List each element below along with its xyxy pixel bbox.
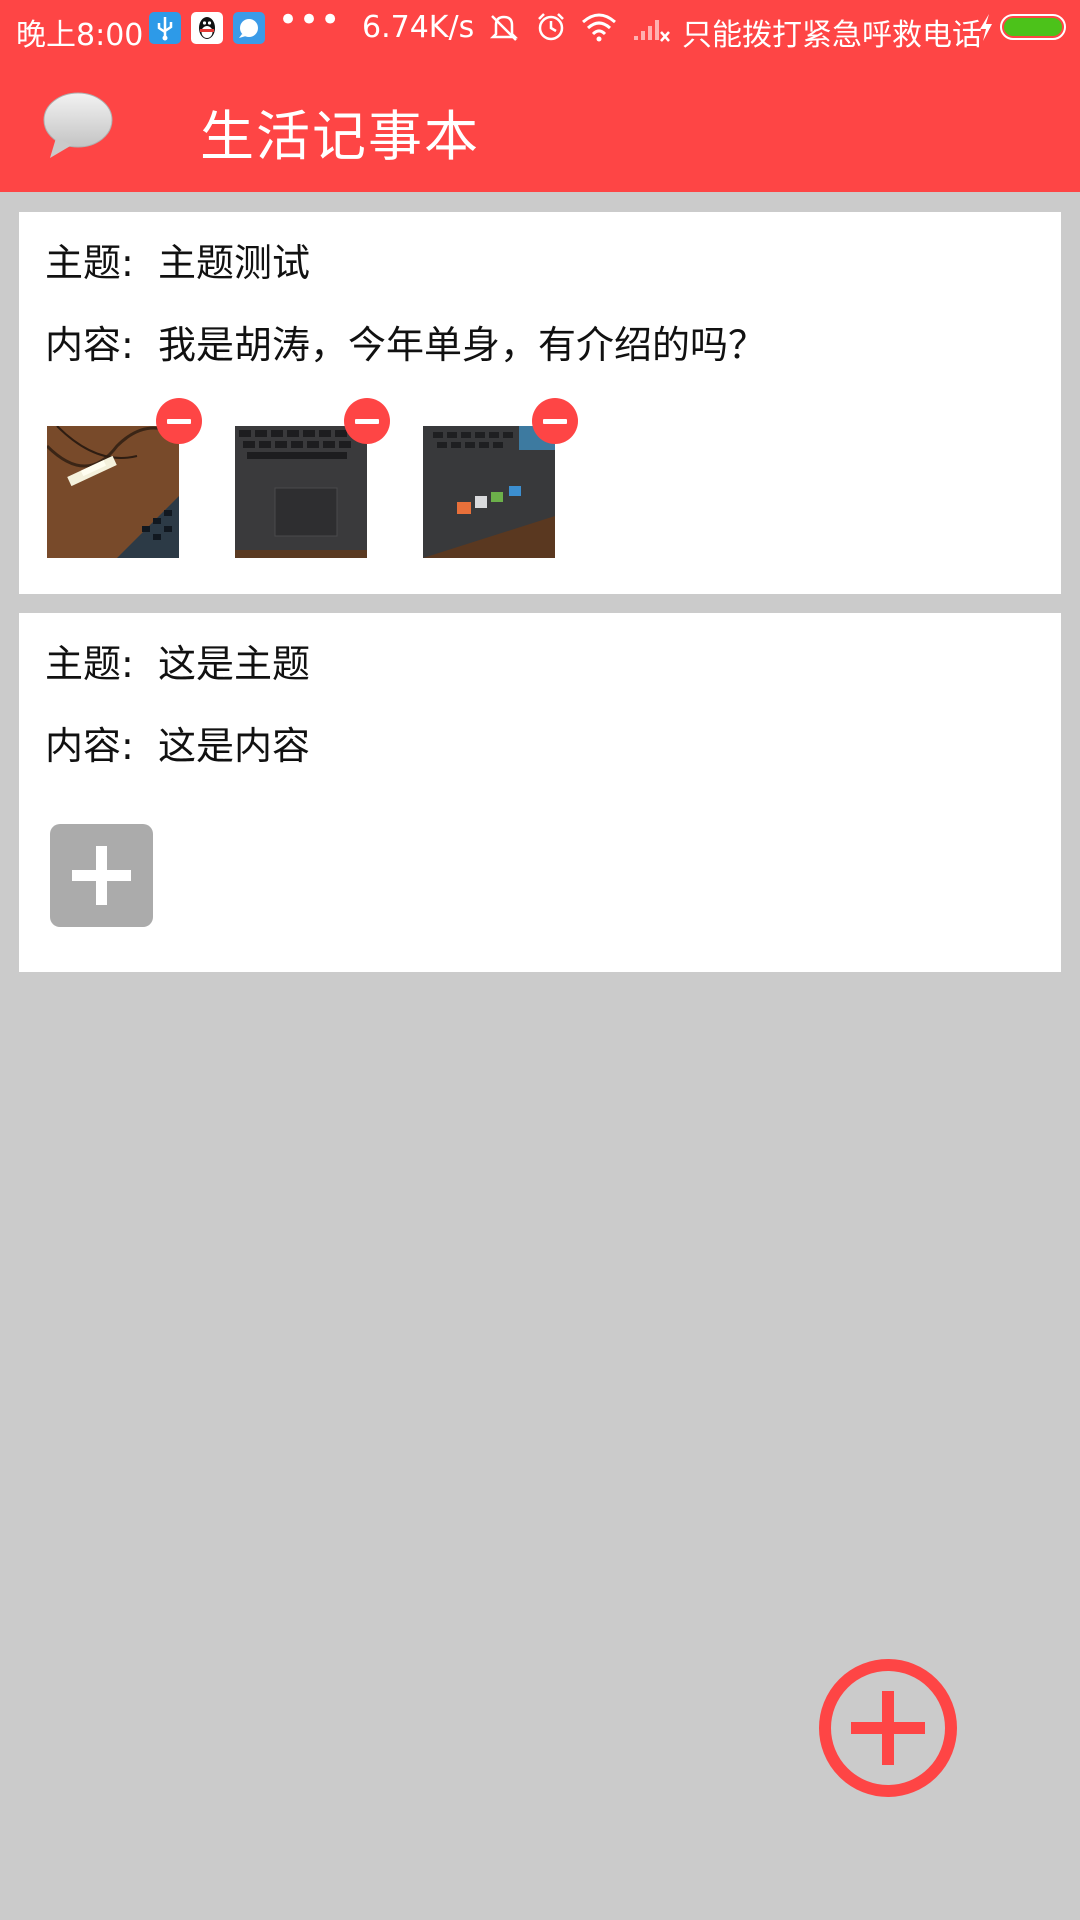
battery-icon	[1000, 14, 1066, 40]
qq-icon	[191, 12, 223, 44]
laptop-photo-3[interactable]	[423, 426, 555, 558]
photo-item[interactable]	[47, 398, 202, 558]
network-speed: 6.74K/s	[362, 10, 475, 45]
content-label: 内容:	[45, 724, 134, 768]
notification-overflow: •••	[278, 0, 342, 40]
note-subject-row: 主题: 这是主题	[45, 633, 310, 688]
laptop-photo-2[interactable]	[235, 426, 367, 558]
plus-icon	[72, 846, 131, 905]
usb-icon	[149, 12, 181, 44]
note-subject: 这是主题	[158, 642, 311, 686]
app-title: 生活记事本	[200, 105, 480, 168]
message-app-icon	[233, 12, 265, 44]
add-photo-button[interactable]	[50, 824, 153, 927]
signal-icon	[632, 10, 672, 52]
speech-bubble-icon[interactable]	[42, 90, 114, 166]
note-card[interactable]: 主题: 主题测试 内容: 我是胡涛，今年单身，有介绍的吗？	[19, 212, 1061, 594]
carrier-status: 只能拨打紧急呼救电话	[682, 18, 982, 53]
remove-photo-button[interactable]	[532, 398, 578, 444]
note-subject-row: 主题: 主题测试	[45, 232, 310, 287]
alarm-icon	[534, 10, 568, 52]
laptop-photo-1[interactable]	[47, 426, 179, 558]
app-header: 晚上8:00 ••• 6.74K/s 只能拨打紧急呼救电话 生活记事本	[0, 0, 1080, 192]
status-time: 晚上8:00	[16, 18, 144, 53]
remove-photo-button[interactable]	[344, 398, 390, 444]
photo-item[interactable]	[423, 398, 578, 558]
wifi-icon	[580, 10, 618, 52]
content-label: 内容:	[45, 323, 134, 367]
subject-label: 主题:	[45, 642, 134, 686]
add-circle-icon	[819, 1659, 957, 1797]
note-content-row: 内容: 这是内容	[45, 715, 310, 770]
note-content: 我是胡涛，今年单身，有介绍的吗？	[158, 323, 767, 367]
note-content-row: 内容: 我是胡涛，今年单身，有介绍的吗？	[45, 314, 766, 369]
add-note-button[interactable]	[818, 1658, 958, 1802]
note-content: 这是内容	[158, 724, 311, 768]
mute-icon	[487, 10, 521, 52]
subject-label: 主题:	[45, 241, 134, 285]
note-card[interactable]: 主题: 这是主题 内容: 这是内容	[19, 613, 1061, 972]
status-bar: 晚上8:00 ••• 6.74K/s 只能拨打紧急呼救电话	[0, 0, 1080, 57]
photo-item[interactable]	[235, 398, 390, 558]
note-subject: 主题测试	[158, 241, 311, 285]
remove-photo-button[interactable]	[156, 398, 202, 444]
charging-icon	[976, 10, 996, 52]
